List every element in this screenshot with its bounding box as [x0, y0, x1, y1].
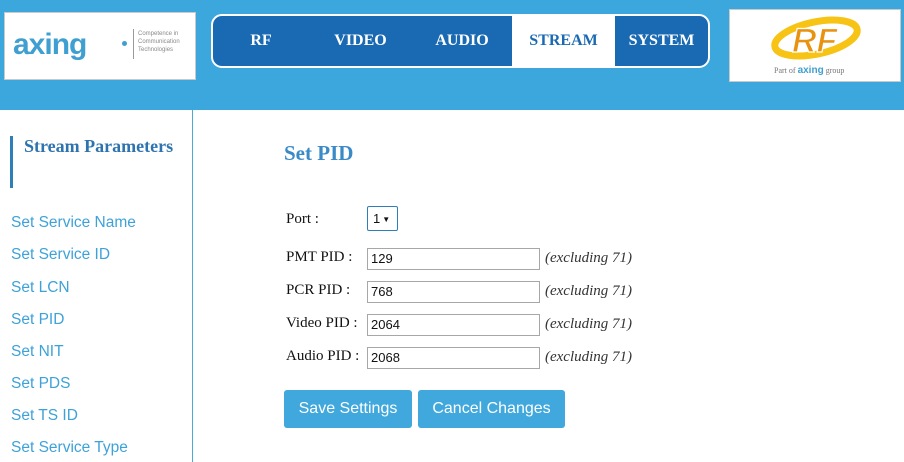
- audio-pid-label: Audio PID :: [286, 348, 360, 364]
- port-select[interactable]: 1 ▼: [367, 206, 398, 231]
- tab-audio[interactable]: AUDIO: [412, 16, 512, 66]
- sidebar-item-set-service-id[interactable]: Set Service ID: [11, 246, 110, 264]
- sidebar-item-set-ts-id[interactable]: Set TS ID: [11, 407, 78, 425]
- audio-pid-hint: (excluding 71): [545, 349, 633, 365]
- rf-logo-letters: RF: [792, 22, 839, 60]
- header-bar: axing Competence in Communication Techno…: [0, 0, 904, 110]
- rf-logo: RF Part of axing group: [729, 9, 901, 82]
- rf-logo-mark: RF: [771, 16, 861, 61]
- main-nav: RF VIDEO AUDIO STREAM SYSTEM: [211, 14, 710, 68]
- pmt-pid-label: PMT PID :: [286, 249, 353, 265]
- video-pid-input[interactable]: 2064: [367, 314, 540, 336]
- axing-logo-divider: [133, 29, 134, 59]
- pcr-pid-label: PCR PID :: [286, 282, 351, 298]
- sidebar-title: Stream Parameters: [24, 136, 174, 156]
- axing-logo-tagline: Competence in Communication Technologies: [138, 31, 180, 53]
- rf-logo-suffix: group: [825, 66, 845, 75]
- rf-logo-subtitle: Part of axing group: [774, 65, 844, 76]
- sidebar: Stream Parameters Set Service Name Set S…: [0, 110, 193, 462]
- pmt-pid-hint: (excluding 71): [545, 250, 633, 266]
- tab-stream[interactable]: STREAM: [512, 16, 615, 66]
- page-title: Set PID: [284, 141, 354, 165]
- cancel-changes-button[interactable]: Cancel Changes: [418, 390, 565, 428]
- sidebar-item-set-lcn[interactable]: Set LCN: [11, 279, 70, 297]
- axing-logo: axing Competence in Communication Techno…: [4, 12, 196, 80]
- port-label: Port :: [286, 211, 319, 227]
- video-pid-hint: (excluding 71): [545, 316, 633, 332]
- tab-rf[interactable]: RF: [213, 16, 309, 66]
- sidebar-item-set-pds[interactable]: Set PDS: [11, 375, 70, 393]
- sidebar-item-set-nit[interactable]: Set NIT: [11, 343, 64, 361]
- video-pid-label: Video PID :: [286, 315, 358, 331]
- rf-logo-prefix: Part of: [774, 66, 796, 75]
- pmt-pid-input[interactable]: 129: [367, 248, 540, 270]
- sidebar-item-set-service-name[interactable]: Set Service Name: [11, 214, 136, 232]
- sidebar-item-set-service-type[interactable]: Set Service Type: [11, 439, 128, 457]
- chevron-down-icon: ▼: [382, 215, 391, 224]
- pcr-pid-hint: (excluding 71): [545, 283, 633, 299]
- save-settings-button[interactable]: Save Settings: [284, 390, 412, 428]
- pcr-pid-input[interactable]: 768: [367, 281, 540, 303]
- sidebar-item-set-pid[interactable]: Set PID: [11, 311, 64, 329]
- rf-logo-brand: axing: [797, 65, 824, 76]
- audio-pid-input[interactable]: 2068: [367, 347, 540, 369]
- port-select-value: 1: [373, 211, 381, 226]
- tab-system[interactable]: SYSTEM: [615, 16, 708, 66]
- tab-video[interactable]: VIDEO: [309, 16, 412, 66]
- axing-logo-word: axing: [13, 28, 87, 61]
- sidebar-title-accent: [10, 136, 13, 188]
- axing-logo-dot: [122, 41, 127, 46]
